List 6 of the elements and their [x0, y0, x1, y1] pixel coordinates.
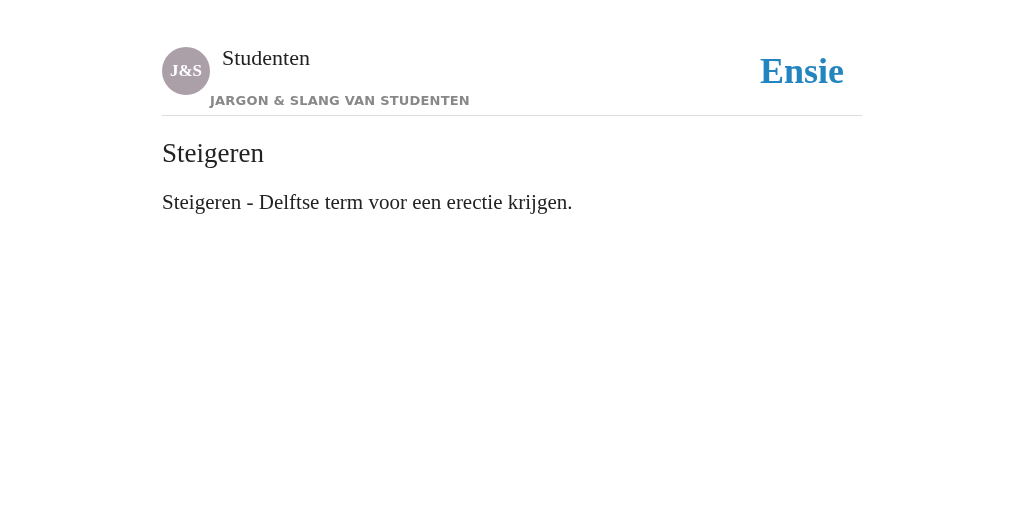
- article-title: Steigeren: [162, 137, 265, 170]
- avatar: J&S: [162, 47, 210, 95]
- logo[interactable]: Ensie: [759, 49, 844, 93]
- article-body: Steigeren - Delftse term voor een erectie krijgen.: [162, 189, 574, 216]
- category-subtitle: JARGON & SLANG VAN STUDENTEN: [210, 93, 470, 109]
- category-title[interactable]: Studenten: [222, 47, 310, 69]
